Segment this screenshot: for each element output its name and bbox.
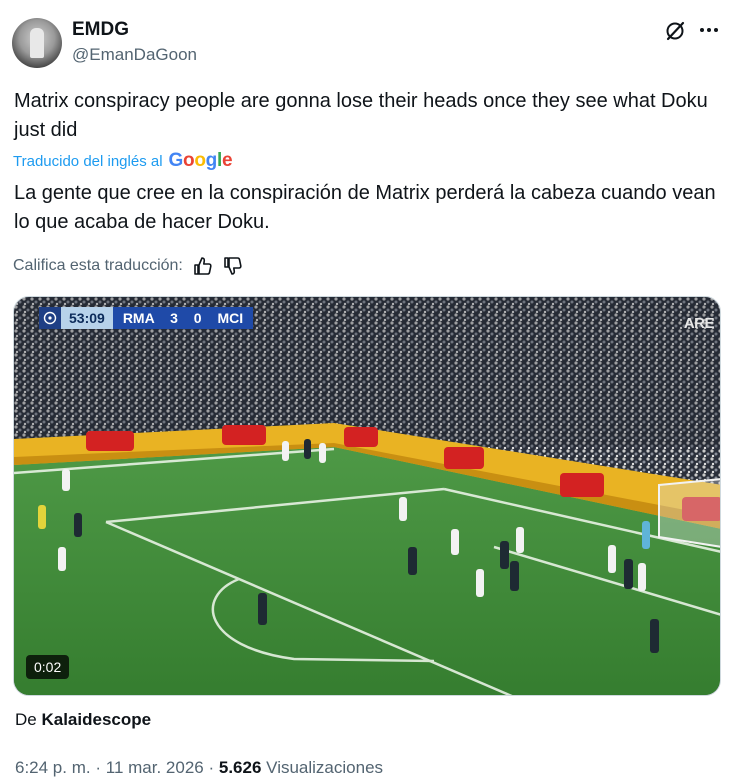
tweet-text: Matrix conspiracy people are gonna lose … [14, 90, 708, 141]
author-name[interactable]: EMDG [72, 19, 129, 41]
broadcaster-logo: ARE [683, 315, 715, 332]
ucl-logo-icon [39, 307, 61, 329]
video-source: De Kalaidescope [15, 710, 151, 730]
meta-separator: · [95, 758, 102, 777]
tweet-meta: 6:24 p. m. · 11 mar. 2026 · 5.626 Visual… [15, 758, 383, 778]
source-prefix: De [15, 710, 37, 729]
views-label: Visualizaciones [266, 758, 384, 777]
post-time[interactable]: 6:24 p. m. [15, 758, 91, 777]
post-date[interactable]: 11 mar. 2026 [106, 758, 204, 777]
source-link[interactable]: Kalaidescope [41, 710, 151, 729]
home-score: 3 [170, 310, 178, 326]
translated-from-label: Traducido del inglés al [13, 152, 163, 170]
google-logo: Google [168, 150, 233, 171]
video-frame [14, 297, 720, 695]
more-icon[interactable] [698, 19, 720, 41]
translation-text: La gente que cree en la conspiración de … [14, 182, 716, 233]
avatar[interactable] [12, 18, 62, 68]
tweet-header: EMDG @EmanDaGoon [12, 16, 730, 70]
scoreboard: 53:09 RMA 3 0 MCI [39, 307, 254, 329]
home-team: RMA [122, 310, 155, 326]
away-score: 0 [193, 310, 202, 326]
author-handle[interactable]: @EmanDaGoon [72, 45, 197, 65]
video-player[interactable]: 53:09 RMA 3 0 MCI ARE 0:02 [13, 296, 721, 696]
meta-separator-2: · [208, 758, 215, 777]
rate-label: Califica esta traducción: [13, 257, 183, 274]
grok-icon[interactable] [664, 20, 686, 42]
video-duration: 0:02 [26, 655, 70, 679]
match-clock: 53:09 [61, 307, 113, 329]
thumbs-up-icon[interactable] [193, 256, 213, 276]
thumbs-down-icon[interactable] [223, 256, 243, 276]
rate-translation: Califica esta traducción: [13, 256, 243, 276]
views-count: 5.626 [218, 758, 262, 777]
translation-credit[interactable]: Traducido del inglés al Google [13, 150, 233, 172]
away-team: MCI [217, 310, 244, 326]
match-score: RMA 3 0 MCI [112, 307, 254, 329]
